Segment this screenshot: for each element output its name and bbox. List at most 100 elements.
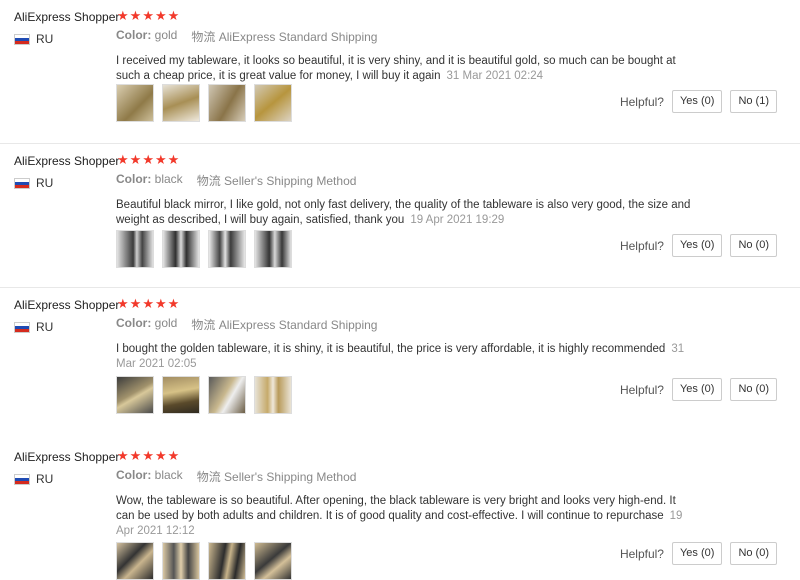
review-photo[interactable] — [162, 84, 200, 122]
shipping-label: 物流 — [196, 470, 221, 484]
star-icon: ★ — [142, 8, 154, 23]
review-photo[interactable] — [208, 542, 246, 580]
review-meta: Color: black 物流 Seller's Shipping Method — [116, 172, 696, 189]
country-code: RU — [36, 320, 54, 334]
review-text: Wow, the tableware is so beautiful. Afte… — [116, 495, 683, 537]
review-photo[interactable] — [254, 542, 292, 580]
helpful-yes-button[interactable]: Yes (0) — [671, 234, 723, 257]
color-label: Color: — [116, 28, 152, 42]
review-date: 31 Mar 2021 02:24 — [446, 70, 544, 82]
review-photo[interactable] — [116, 230, 154, 268]
review-text: Beautiful black mirror, I like gold, not… — [116, 199, 691, 226]
russia-flag-icon — [14, 33, 30, 45]
star-icon: ★ — [117, 448, 129, 463]
shipping-value: Seller's Shipping Method — [224, 470, 357, 484]
star-icon: ★ — [129, 296, 142, 311]
helpful-label: Helpful? — [619, 94, 664, 109]
russia-flag-icon — [14, 473, 30, 485]
country-code: RU — [36, 472, 54, 486]
review-item: AliExpress Shopper RU ★ ★ ★ ★ ★ Color: black… — [0, 440, 800, 580]
rating-stars: ★ ★ ★ ★ ★ — [117, 9, 179, 22]
shipping-label: 物流 — [191, 30, 216, 44]
review-text: I bought the golden tableware, it is shi… — [116, 343, 685, 370]
helpful-no-button[interactable]: No (0) — [730, 378, 777, 401]
star-icon: ★ — [154, 152, 167, 167]
review-text: I received my tableware, it looks so bea… — [116, 55, 676, 82]
color-value: gold — [154, 28, 178, 42]
rating-stars: ★ ★ ★ ★ ★ — [117, 153, 179, 166]
review-date: 19 Apr 2021 19:29 — [410, 214, 505, 226]
color-value: gold — [154, 316, 178, 330]
star-icon: ★ — [129, 448, 142, 463]
review-photos — [116, 542, 292, 580]
star-icon: ★ — [167, 296, 180, 311]
reviewer-country: RU — [14, 176, 114, 190]
review-photo[interactable] — [254, 230, 292, 268]
review-photo[interactable] — [116, 542, 154, 580]
star-icon: ★ — [117, 296, 129, 311]
review-photo[interactable] — [208, 230, 246, 268]
review-photos — [116, 376, 292, 414]
review-item: AliExpress Shopper RU ★ ★ ★ ★ ★ Color: gold … — [0, 288, 800, 440]
star-icon: ★ — [117, 152, 129, 167]
color-label: Color: — [116, 316, 152, 330]
helpful-yes-button[interactable]: Yes (0) — [671, 378, 723, 401]
helpful-section: Helpful? Yes (0) No (0) — [620, 542, 777, 565]
helpful-yes-button[interactable]: Yes (0) — [671, 90, 723, 113]
review-item: AliExpress Shopper RU ★ ★ ★ ★ ★ Color: black… — [0, 144, 800, 288]
star-icon: ★ — [117, 8, 129, 23]
helpful-section: Helpful? Yes (0) No (0) — [620, 234, 777, 257]
shipping-value: AliExpress Standard Shipping — [218, 30, 378, 44]
star-icon: ★ — [167, 448, 180, 463]
review-photo[interactable] — [208, 84, 246, 122]
star-icon: ★ — [167, 8, 180, 23]
helpful-no-button[interactable]: No (0) — [730, 234, 777, 257]
reviewer-name: AliExpress Shopper — [14, 10, 120, 24]
reviewer-name: AliExpress Shopper — [14, 298, 120, 312]
helpful-label: Helpful? — [619, 546, 664, 561]
star-icon: ★ — [129, 8, 142, 23]
review-photo[interactable] — [116, 376, 154, 414]
helpful-no-button[interactable]: No (0) — [730, 542, 777, 565]
review-photo[interactable] — [254, 84, 292, 122]
color-label: Color: — [116, 468, 152, 482]
shipping-value: AliExpress Standard Shipping — [218, 318, 378, 332]
russia-flag-icon — [14, 321, 30, 333]
helpful-label: Helpful? — [619, 382, 664, 397]
star-icon: ★ — [154, 448, 167, 463]
review-photo[interactable] — [162, 376, 200, 414]
review-photo[interactable] — [116, 84, 154, 122]
shipping-value: Seller's Shipping Method — [224, 174, 357, 188]
reviewer-country: RU — [14, 320, 114, 334]
helpful-section: Helpful? Yes (0) No (1) — [620, 90, 777, 113]
review-meta: Color: black 物流 Seller's Shipping Method — [116, 468, 696, 485]
star-icon: ★ — [129, 152, 142, 167]
helpful-label: Helpful? — [619, 238, 664, 253]
review-photos — [116, 230, 292, 268]
star-icon: ★ — [142, 448, 154, 463]
rating-stars: ★ ★ ★ ★ ★ — [117, 297, 179, 310]
helpful-section: Helpful? Yes (0) No (0) — [620, 378, 777, 401]
reviewer-country: RU — [14, 32, 114, 46]
review-photo[interactable] — [208, 376, 246, 414]
shipping-label: 物流 — [191, 318, 216, 332]
shipping-label: 物流 — [196, 174, 221, 188]
review-meta: Color: gold 物流 AliExpress Standard Shipp… — [116, 316, 696, 333]
review-meta: Color: gold 物流 AliExpress Standard Shipp… — [116, 28, 696, 45]
helpful-no-button[interactable]: No (1) — [730, 90, 777, 113]
country-code: RU — [36, 176, 54, 190]
helpful-yes-button[interactable]: Yes (0) — [671, 542, 723, 565]
review-photos — [116, 84, 292, 122]
reviewer-country: RU — [14, 472, 114, 486]
star-icon: ★ — [154, 296, 167, 311]
reviewer-name: AliExpress Shopper — [14, 450, 120, 464]
color-value: black — [154, 172, 183, 186]
country-code: RU — [36, 32, 54, 46]
review-photo[interactable] — [162, 230, 200, 268]
color-value: black — [154, 468, 183, 482]
star-icon: ★ — [142, 152, 154, 167]
russia-flag-icon — [14, 177, 30, 189]
review-photo[interactable] — [254, 376, 292, 414]
color-label: Color: — [116, 172, 152, 186]
review-photo[interactable] — [162, 542, 200, 580]
